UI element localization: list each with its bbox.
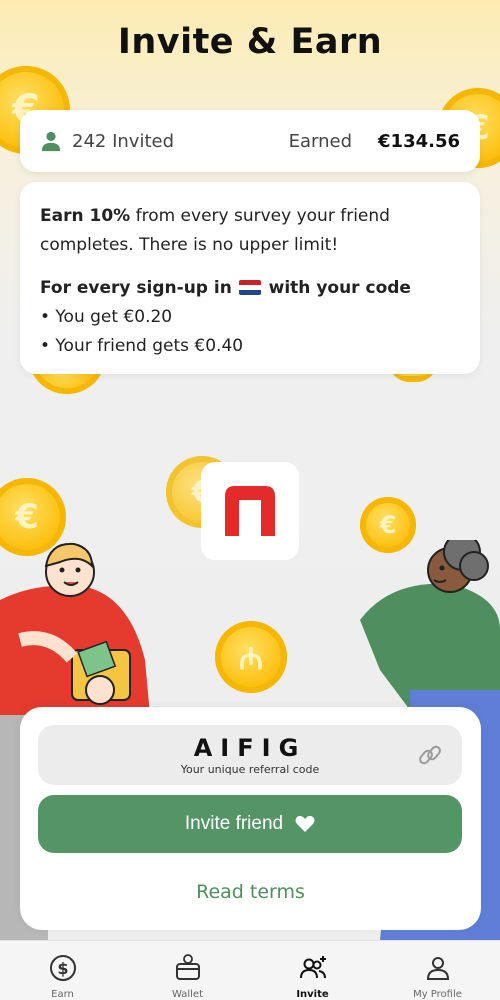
bottom-navigation: $ Earn Wallet Invite My Profile <box>0 940 500 1000</box>
nav-item-wallet[interactable]: Wallet <box>125 941 250 1000</box>
netherlands-flag-icon <box>239 280 262 295</box>
brand-logo-icon <box>225 486 275 536</box>
read-terms-link[interactable]: Read terms <box>20 881 481 903</box>
nav-item-earn[interactable]: $ Earn <box>0 941 125 1000</box>
friend-gets-text: • Your friend gets €0.40 <box>40 336 244 356</box>
you-get-text: • You get €0.20 <box>40 307 173 327</box>
invite-friend-label: Invite friend <box>184 813 284 834</box>
referral-info-card: Earn 10% from every survey your friend c… <box>20 182 480 374</box>
invited-count: 242 Invited <box>72 130 175 152</box>
signup-suffix: with your code <box>268 278 411 298</box>
nav-item-invite[interactable]: Invite <box>250 941 375 1000</box>
invite-friend-button[interactable]: Invite friend <box>38 795 462 853</box>
signup-heading: For every sign-up in with your code <box>40 274 460 303</box>
app-logo <box>201 462 299 560</box>
nav-label-wallet: Wallet <box>171 989 203 1000</box>
referral-code-box[interactable]: AIFIG Your unique referral code <box>38 725 462 785</box>
user-icon <box>426 957 449 980</box>
link-icon[interactable] <box>416 741 444 769</box>
earned-value: €134.56 <box>378 130 460 152</box>
stats-card: 242 Invited Earned €134.56 <box>20 110 480 172</box>
referral-code: AIFIG <box>193 734 307 762</box>
earned-label: Earned <box>288 130 353 152</box>
nav-label-invite: Invite <box>296 989 329 1000</box>
dollar-circle-icon: $ <box>49 955 76 981</box>
referral-code-card: AIFIG Your unique referral code Invite f… <box>20 707 481 930</box>
earn-percentage-text: Earn 10% from every survey your friend c… <box>40 202 460 260</box>
heart-icon <box>295 815 315 832</box>
user-icon <box>41 131 61 152</box>
invite-users-icon <box>299 956 326 979</box>
earn-bold: Earn 10% <box>40 206 131 226</box>
page-title: Invite & Earn <box>117 22 383 62</box>
referral-code-caption: Your unique referral code <box>180 763 320 776</box>
nav-item-my-profile[interactable]: My Profile <box>375 941 500 1000</box>
signup-prefix: For every sign-up in <box>40 278 232 298</box>
nav-label-my-profile: My Profile <box>413 989 462 1000</box>
coin-decoration: ₼ <box>215 621 287 693</box>
wallet-icon <box>175 954 200 980</box>
nav-label-earn: Earn <box>51 989 74 1000</box>
svg-text:$: $ <box>57 959 68 978</box>
